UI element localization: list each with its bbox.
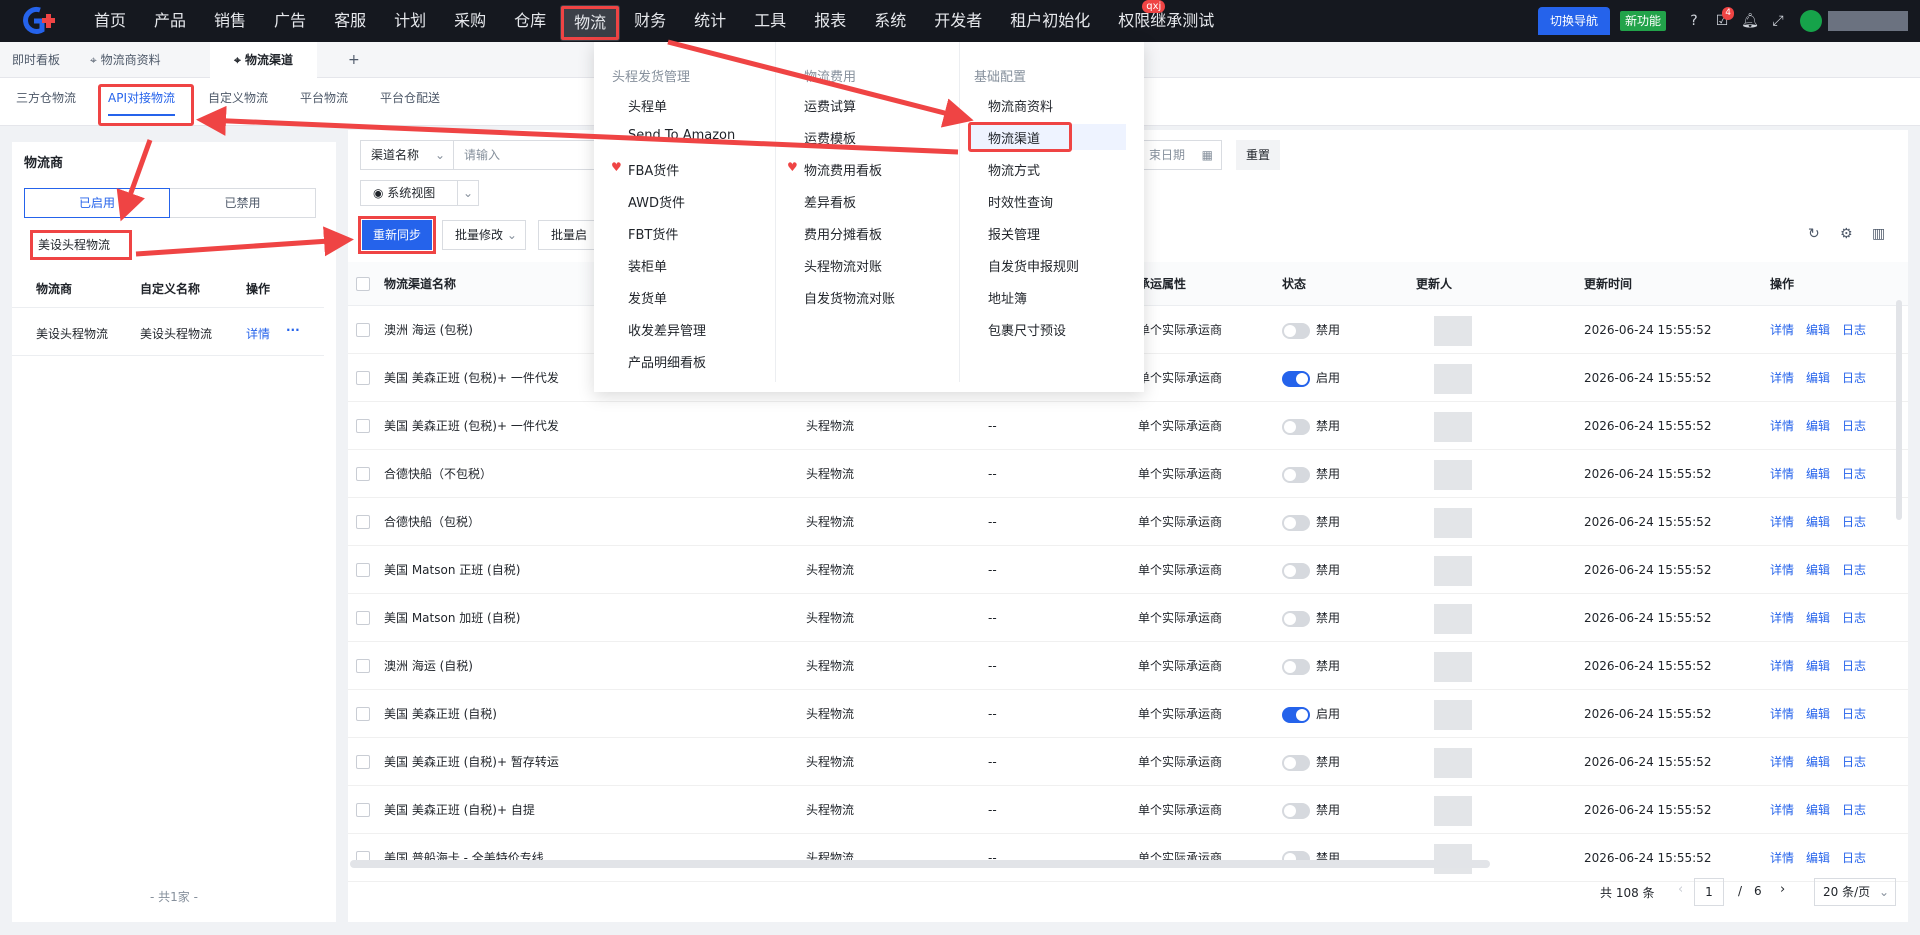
annotation-arrows — [116, 39, 974, 257]
arrow-provider-to-resync — [135, 226, 354, 257]
arrow-subtab-to-provider — [116, 139, 153, 222]
arrow-menu-to-channel — [667, 39, 974, 128]
arrow-channel-to-subtab — [196, 105, 959, 155]
